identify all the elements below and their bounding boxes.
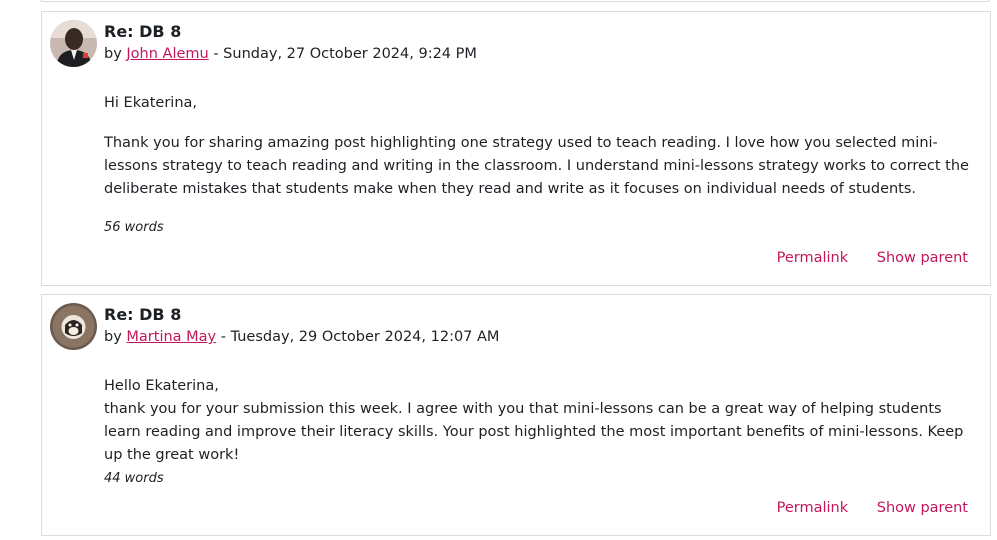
post-subject: Re: DB 8	[104, 305, 182, 324]
word-count: 56 words	[104, 220, 164, 235]
post-greeting: Hello Ekaterina,	[104, 378, 219, 394]
author-link[interactable]: John Alemu	[126, 46, 208, 62]
post-actions: Permalink Show parent	[753, 248, 968, 268]
show-parent-link[interactable]: Show parent	[877, 250, 968, 266]
post-subject: Re: DB 8	[104, 22, 182, 41]
forum-post: Re: DB 8 by John Alemu - Sunday, 27 Octo…	[41, 11, 991, 286]
avatar[interactable]	[50, 303, 97, 350]
post-byline: by Martina May - Tuesday, 29 October 202…	[104, 327, 499, 347]
post-date: - Tuesday, 29 October 2024, 12:07 AM	[220, 329, 500, 345]
author-link[interactable]: Martina May	[126, 329, 216, 345]
post-body: Thank you for sharing amazing post highl…	[104, 135, 969, 197]
previous-post-edge	[40, 0, 990, 2]
post-actions: Permalink Show parent	[753, 498, 968, 518]
post-content: Hi Ekaterina, Thank you for sharing amaz…	[104, 92, 976, 201]
word-count: 44 words	[104, 471, 164, 486]
post-byline: by John Alemu - Sunday, 27 October 2024,…	[104, 44, 477, 64]
post-date: - Sunday, 27 October 2024, 9:24 PM	[213, 46, 477, 62]
by-label: by	[104, 46, 122, 62]
permalink-link[interactable]: Permalink	[777, 500, 849, 516]
avatar[interactable]	[50, 20, 97, 67]
forum-post: Re: DB 8 by Martina May - Tuesday, 29 Oc…	[41, 294, 991, 536]
permalink-link[interactable]: Permalink	[777, 250, 849, 266]
by-label: by	[104, 329, 122, 345]
show-parent-link[interactable]: Show parent	[877, 500, 968, 516]
post-greeting: Hi Ekaterina,	[104, 95, 198, 111]
post-content: Hello Ekaterina, thank you for your subm…	[104, 375, 976, 467]
post-body: thank you for your submission this week.…	[104, 401, 964, 463]
